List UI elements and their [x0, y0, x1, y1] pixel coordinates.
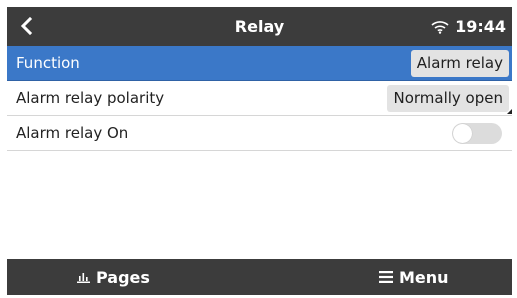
pages-label: Pages: [96, 267, 150, 287]
pages-button[interactable]: Pages: [77, 259, 150, 295]
alarm-relay-toggle[interactable]: [452, 123, 502, 144]
status-area: 19:44: [431, 7, 506, 46]
setting-row-alarm-relay-on[interactable]: Alarm relay On: [7, 116, 512, 151]
menu-button[interactable]: Menu: [379, 259, 449, 295]
app-frame: Relay 19:44 Function Alarm relay Alarm r…: [7, 7, 512, 295]
function-value[interactable]: Alarm relay: [410, 50, 509, 77]
setting-label: Alarm relay polarity: [16, 89, 165, 107]
polarity-value[interactable]: Normally open: [387, 85, 509, 112]
pages-chart-icon: [77, 273, 90, 283]
clock: 19:44: [455, 17, 506, 36]
back-button[interactable]: [13, 12, 41, 40]
menu-label: Menu: [399, 267, 449, 287]
setting-row-function[interactable]: Function Alarm relay: [7, 46, 512, 81]
setting-label: Function: [16, 54, 80, 72]
edit-indicator-icon: [507, 109, 512, 114]
chevron-left-icon: [20, 17, 33, 35]
footer-bar: Pages Menu: [7, 259, 512, 295]
setting-row-polarity[interactable]: Alarm relay polarity Normally open: [7, 81, 512, 116]
header-bar: Relay 19:44: [7, 7, 512, 46]
wifi-icon: [431, 20, 449, 34]
toggle-knob: [453, 124, 472, 143]
hamburger-menu-icon: [379, 271, 393, 283]
setting-label: Alarm relay On: [16, 124, 129, 142]
